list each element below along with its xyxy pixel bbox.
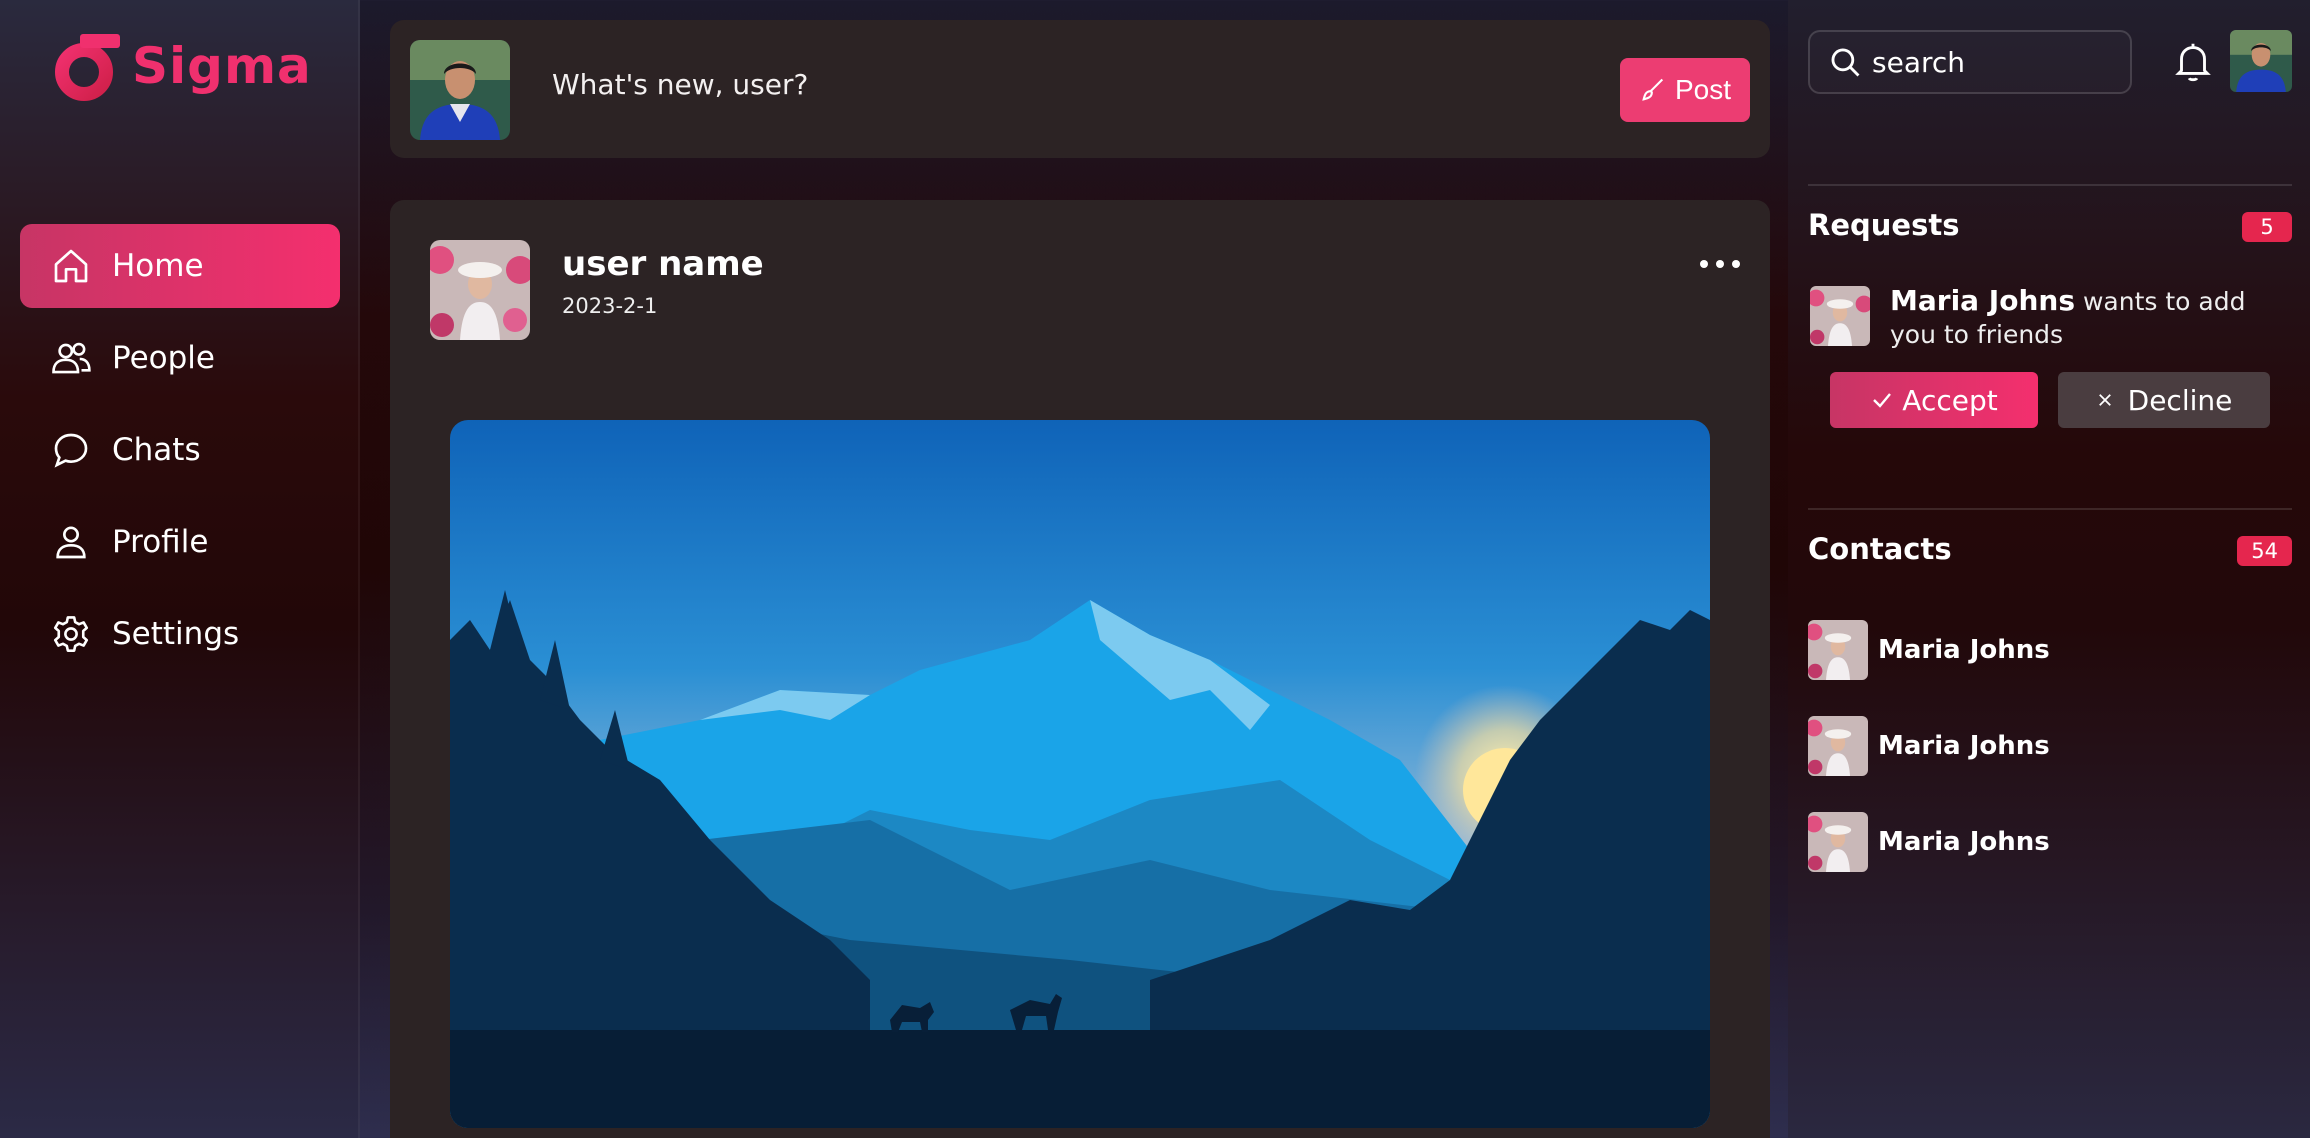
sidebar-item-label: Profile <box>112 524 209 560</box>
logo-text: Sigma <box>132 37 312 95</box>
avatar <box>1808 812 1868 872</box>
contact-item[interactable]: Maria Johns <box>1808 716 2050 776</box>
right-panel: Requests 5 Maria Johns wants to add you … <box>1788 0 2310 1138</box>
sidebar-item-people[interactable]: People <box>20 316 340 400</box>
post-button[interactable]: Post <box>1620 58 1750 122</box>
contacts-count-badge: 54 <box>2237 536 2292 566</box>
avatar[interactable] <box>430 240 530 340</box>
search-input[interactable] <box>1872 45 2122 79</box>
sidebar-item-label: Settings <box>112 616 240 652</box>
post-author[interactable]: user name <box>562 244 764 284</box>
sidebar-item-label: People <box>112 340 215 376</box>
post-button-label: Post <box>1674 74 1732 105</box>
decline-label: Decline <box>2127 383 2233 417</box>
post-composer: What's new, user? Post <box>390 20 1770 158</box>
requests-count-badge: 5 <box>2242 212 2292 242</box>
search-icon <box>1831 48 1860 77</box>
sidebar-item-label: Home <box>112 248 204 284</box>
post-image[interactable] <box>450 420 1710 1128</box>
close-icon <box>2098 394 2111 406</box>
contacts-title: Contacts <box>1808 532 1952 566</box>
contact-name: Maria Johns <box>1878 827 2050 857</box>
contact-item[interactable]: Maria Johns <box>1808 812 2050 872</box>
sidebar-item-label: Chats <box>112 432 201 468</box>
contact-name: Maria Johns <box>1878 635 2050 665</box>
post-date: 2023-2-1 <box>562 294 658 318</box>
friend-request-text: Maria Johns wants to add you to friends <box>1890 284 2290 351</box>
post-card: user name 2023-2-1 <box>390 200 1770 1138</box>
check-icon <box>1873 393 1892 408</box>
request-sender-name[interactable]: Maria Johns <box>1890 284 2075 317</box>
avatar <box>1808 620 1868 680</box>
avatar <box>1808 716 1868 776</box>
avatar[interactable] <box>1810 286 1870 346</box>
sidebar-item-chats[interactable]: Chats <box>20 408 340 492</box>
composer-input[interactable]: What's new, user? <box>552 68 808 101</box>
logo[interactable]: Sigma <box>50 26 312 106</box>
divider <box>1808 508 2292 510</box>
people-icon <box>50 337 92 379</box>
search-bar[interactable] <box>1808 30 2132 94</box>
logo-icon <box>50 30 122 102</box>
chat-icon <box>50 429 92 471</box>
contact-item[interactable]: Maria Johns <box>1808 620 2050 680</box>
more-options-icon[interactable] <box>1700 252 1740 276</box>
profile-icon <box>50 521 92 563</box>
contact-name: Maria Johns <box>1878 731 2050 761</box>
accept-button[interactable]: Accept <box>1830 372 2038 428</box>
brush-icon <box>1642 78 1664 101</box>
home-icon <box>50 245 92 287</box>
sidebar-item-home[interactable]: Home <box>20 224 340 308</box>
divider <box>1808 184 2292 186</box>
sidebar-nav: Home People Chats Profile Settings <box>20 224 340 684</box>
sidebar-item-settings[interactable]: Settings <box>20 592 340 676</box>
requests-title: Requests <box>1808 208 1960 242</box>
accept-label: Accept <box>1902 383 1998 417</box>
avatar[interactable] <box>410 40 510 140</box>
bell-icon[interactable] <box>2170 38 2216 84</box>
decline-button[interactable]: Decline <box>2058 372 2270 428</box>
gear-icon <box>50 613 92 655</box>
avatar[interactable] <box>2230 30 2292 92</box>
sidebar-item-profile[interactable]: Profile <box>20 500 340 584</box>
sidebar: Sigma Home People Chats Profile Settings <box>0 0 360 1138</box>
